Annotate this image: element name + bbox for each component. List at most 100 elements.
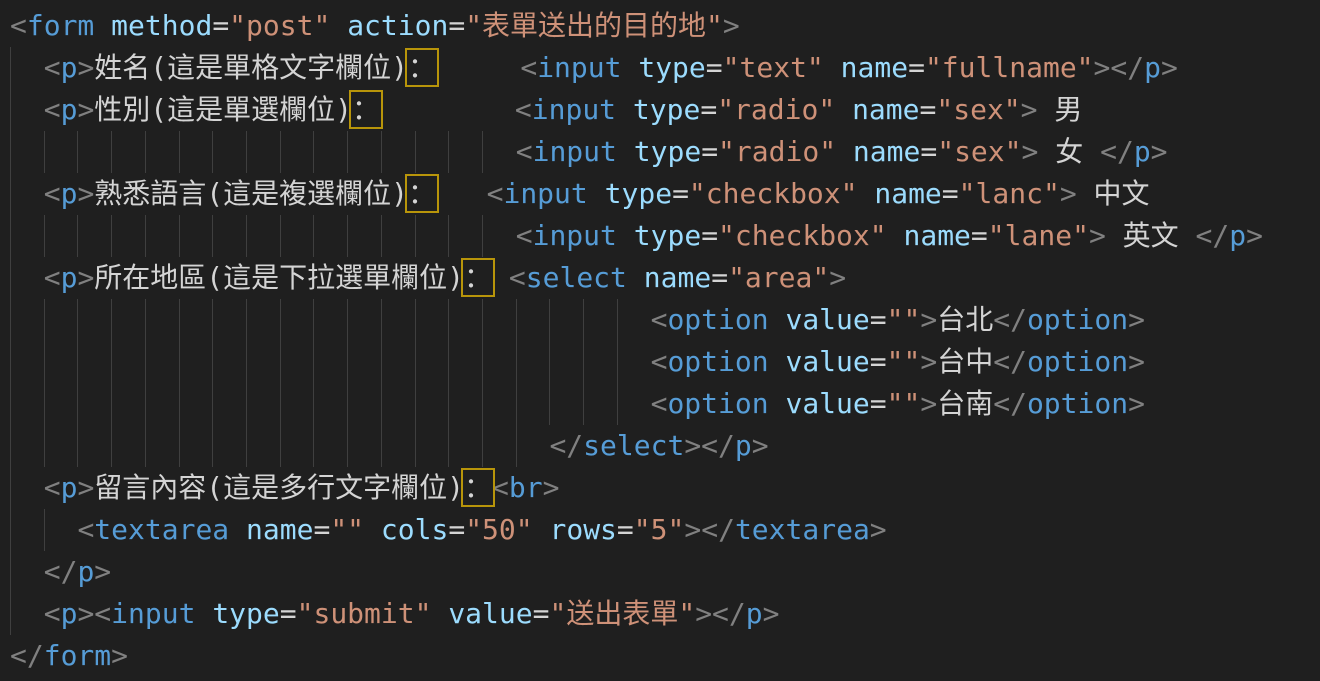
- token-tag: option: [667, 345, 768, 378]
- token-txt: 熟悉語言(這是複選欄位): [94, 177, 408, 210]
- token-txt: [436, 51, 520, 84]
- code-line-9[interactable]: <option value="">台中</option>: [0, 341, 1320, 383]
- token-tag: p: [1229, 219, 1246, 252]
- code-line-12[interactable]: <p>留言內容(這是多行文字欄位)：<br>: [0, 467, 1320, 509]
- token-tag: p: [61, 597, 78, 630]
- token-tag: p: [746, 597, 763, 630]
- token-tag: textarea: [94, 513, 229, 546]
- token-brk: <: [516, 135, 533, 168]
- token-brk: <: [10, 9, 27, 42]
- token-attr: value: [785, 303, 869, 336]
- token-attr: type: [605, 177, 672, 210]
- token-str: "送出表單": [549, 597, 695, 630]
- token-tag: br: [509, 471, 543, 504]
- code-text: <p>留言內容(這是多行文字欄位)：<br>: [10, 471, 559, 504]
- code-line-6[interactable]: <input type="checkbox" name="lane"> 英文 <…: [0, 215, 1320, 257]
- code-line-2[interactable]: <p>姓名(這是單格文字欄位)： <input type="text" name…: [0, 47, 1320, 89]
- token-brk: >: [77, 261, 94, 294]
- token-txt: 男: [1038, 93, 1083, 126]
- token-brk: >: [829, 261, 846, 294]
- token-brk: <: [44, 177, 61, 210]
- token-str: "radio": [718, 135, 836, 168]
- code-text: <p>性別(這是單選欄位)： <input type="radio" name=…: [10, 93, 1082, 126]
- token-str: "post": [229, 9, 330, 42]
- token-attr: name: [644, 261, 711, 294]
- token-brk: >: [94, 555, 111, 588]
- token-txt: [380, 93, 515, 126]
- code-text: <p><input type="submit" value="送出表單"></p…: [10, 597, 780, 630]
- token-tag: p: [61, 471, 78, 504]
- token-eq: =: [711, 261, 728, 294]
- code-line-8[interactable]: <option value="">台北</option>: [0, 299, 1320, 341]
- token-tag: form: [44, 639, 111, 672]
- code-area[interactable]: <form method="post" action="表單送出的目的地"> <…: [0, 0, 1320, 681]
- token-eq: =: [700, 93, 717, 126]
- token-tag: select: [583, 429, 684, 462]
- token-txt: 女: [1038, 135, 1100, 168]
- token-attr: name: [874, 177, 941, 210]
- token-txt: 姓名(這是單格文字欄位): [94, 51, 408, 84]
- token-brk: ></: [684, 429, 735, 462]
- token-str: "50": [465, 513, 532, 546]
- token-brk: </: [993, 387, 1027, 420]
- token-txt: 台北: [937, 303, 993, 336]
- token-brk: >: [1060, 177, 1077, 210]
- token-str: "text": [723, 51, 824, 84]
- token-brk: >: [77, 51, 94, 84]
- token-tag: input: [533, 135, 617, 168]
- token-attr: rows: [549, 513, 616, 546]
- token-txt: [431, 597, 448, 630]
- code-line-10[interactable]: <option value="">台南</option>: [0, 383, 1320, 425]
- token-tag: p: [1144, 51, 1161, 84]
- token-txt: [330, 9, 347, 42]
- token-brk: <: [487, 177, 504, 210]
- token-attr: name: [852, 93, 919, 126]
- token-txt: 英文: [1106, 219, 1196, 252]
- code-line-16[interactable]: </form>: [0, 635, 1320, 677]
- code-line-11[interactable]: </select></p>: [0, 425, 1320, 467]
- code-line-4[interactable]: <input type="radio" name="sex"> 女 </p>: [0, 131, 1320, 173]
- token-brk: <: [651, 387, 668, 420]
- indent-whitespace: [10, 177, 44, 210]
- token-eq: =: [942, 177, 959, 210]
- code-line-1[interactable]: <form method="post" action="表單送出的目的地">: [0, 5, 1320, 47]
- token-brk: >: [77, 471, 94, 504]
- code-line-5[interactable]: <p>熟悉語言(這是複選欄位)： <input type="checkbox" …: [0, 173, 1320, 215]
- token-txt: [617, 135, 634, 168]
- token-attr: name: [853, 135, 920, 168]
- token-eq: =: [870, 345, 887, 378]
- code-line-14[interactable]: </p>: [0, 551, 1320, 593]
- token-eq: =: [971, 219, 988, 252]
- indent-whitespace: [10, 513, 77, 546]
- token-tag: input: [111, 597, 195, 630]
- token-tag: select: [526, 261, 627, 294]
- token-brk: <: [44, 93, 61, 126]
- indent-whitespace: [10, 135, 516, 168]
- token-attr: value: [448, 597, 532, 630]
- token-brk: </: [993, 345, 1027, 378]
- code-line-3[interactable]: <p>性別(這是單選欄位)： <input type="radio" name=…: [0, 89, 1320, 131]
- unicode-highlight-box: ：: [464, 471, 492, 504]
- token-str: "表單送出的目的地": [465, 9, 723, 42]
- code-line-13[interactable]: <textarea name="" cols="50" rows="5"></t…: [0, 509, 1320, 551]
- token-tag: input: [532, 93, 616, 126]
- token-tag: p: [61, 261, 78, 294]
- token-brk: <: [515, 93, 532, 126]
- token-txt: 台南: [937, 387, 993, 420]
- code-text: <p>姓名(這是單格文字欄位)： <input type="text" name…: [10, 51, 1178, 84]
- token-attr: type: [212, 597, 279, 630]
- code-line-15[interactable]: <p><input type="submit" value="送出表單"></p…: [0, 593, 1320, 635]
- token-txt: [616, 93, 633, 126]
- token-brk: >: [1151, 135, 1168, 168]
- token-brk: ></: [1094, 51, 1145, 84]
- token-eq: =: [870, 387, 887, 420]
- token-attr: name: [246, 513, 313, 546]
- token-str: "submit": [297, 597, 432, 630]
- token-tag: textarea: [735, 513, 870, 546]
- code-line-7[interactable]: <p>所在地區(這是下拉選單欄位)： <select name="area">: [0, 257, 1320, 299]
- indent-whitespace: [10, 51, 44, 84]
- token-attr: name: [841, 51, 908, 84]
- token-brk: >: [77, 177, 94, 210]
- token-str: "radio": [717, 93, 835, 126]
- token-tag: p: [77, 555, 94, 588]
